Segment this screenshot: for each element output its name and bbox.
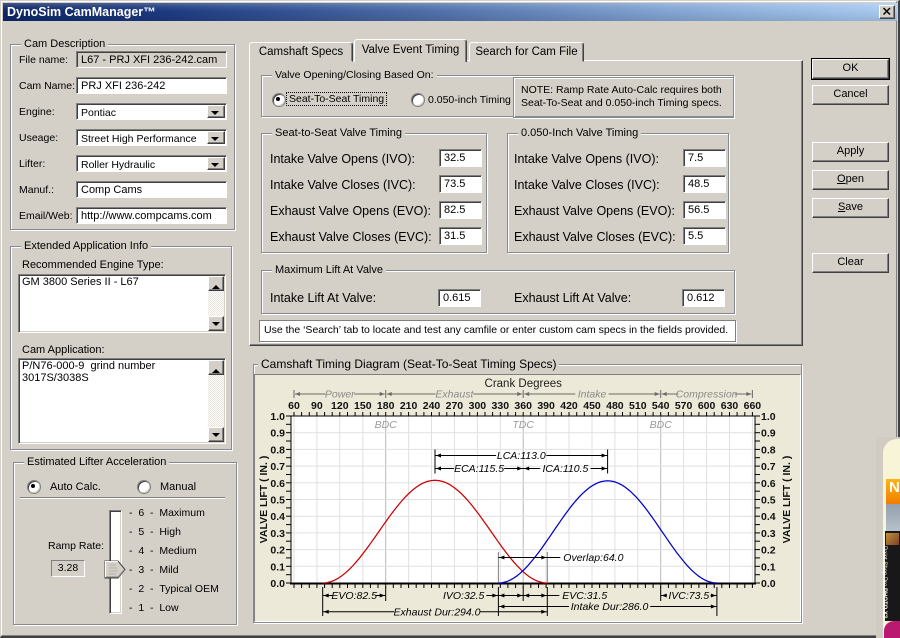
svg-text:0.8: 0.8 xyxy=(270,444,285,456)
svg-text:0.5: 0.5 xyxy=(761,495,776,507)
svg-text:Exhaust Dur:294.0: Exhaust Dur:294.0 xyxy=(394,606,481,618)
svg-text:0.5: 0.5 xyxy=(270,495,285,507)
svg-text:Crank Degrees: Crank Degrees xyxy=(485,378,563,390)
svg-text:VALVE LIFT ( IN. ): VALVE LIFT ( IN. ) xyxy=(258,456,270,544)
svg-text:IVO:32.5: IVO:32.5 xyxy=(443,590,485,602)
svg-text:IVC:73.5: IVC:73.5 xyxy=(668,590,709,602)
svg-text:630: 630 xyxy=(721,400,739,412)
svg-text:TDC: TDC xyxy=(512,419,534,431)
svg-text:BDC: BDC xyxy=(375,419,398,431)
svg-text:540: 540 xyxy=(652,400,670,412)
svg-text:0.6: 0.6 xyxy=(270,478,285,490)
svg-text:0.1: 0.1 xyxy=(761,561,776,573)
svg-text:270: 270 xyxy=(446,400,464,412)
svg-text:LCA:113.0: LCA:113.0 xyxy=(497,450,546,462)
svg-text:150: 150 xyxy=(354,400,372,412)
svg-text:240: 240 xyxy=(423,400,441,412)
svg-text:0.0: 0.0 xyxy=(761,578,776,590)
svg-text:ECA:115.5: ECA:115.5 xyxy=(454,463,504,475)
svg-text:180: 180 xyxy=(377,400,395,412)
svg-text:0.7: 0.7 xyxy=(270,461,285,473)
svg-text:0.6: 0.6 xyxy=(761,478,776,490)
svg-text:EVO:82.5: EVO:82.5 xyxy=(331,590,377,602)
svg-text:0.4: 0.4 xyxy=(270,511,285,523)
svg-text:570: 570 xyxy=(675,400,693,412)
svg-text:0.8: 0.8 xyxy=(761,444,776,456)
svg-text:1.0: 1.0 xyxy=(270,411,285,423)
svg-text:600: 600 xyxy=(698,400,716,412)
svg-text:0.7: 0.7 xyxy=(761,461,776,473)
svg-text:210: 210 xyxy=(400,400,418,412)
svg-text:Intake Dur:286.0: Intake Dur:286.0 xyxy=(571,601,649,613)
svg-text:BDC: BDC xyxy=(650,419,673,431)
svg-text:ICA:110.5: ICA:110.5 xyxy=(542,463,588,475)
svg-text:0.2: 0.2 xyxy=(761,545,776,557)
svg-text:120: 120 xyxy=(331,400,349,412)
svg-text:Compression: Compression xyxy=(676,389,738,401)
svg-text:0.0: 0.0 xyxy=(270,578,285,590)
svg-text:390: 390 xyxy=(537,400,555,412)
svg-text:0.2: 0.2 xyxy=(270,545,285,557)
svg-text:0.3: 0.3 xyxy=(761,528,776,540)
svg-text:360: 360 xyxy=(514,400,532,412)
svg-text:Intake: Intake xyxy=(578,389,607,401)
svg-text:0.4: 0.4 xyxy=(761,511,776,523)
svg-text:420: 420 xyxy=(560,400,578,412)
svg-text:300: 300 xyxy=(469,400,487,412)
svg-text:480: 480 xyxy=(606,400,624,412)
svg-text:Exhaust: Exhaust xyxy=(435,389,474,401)
svg-text:330: 330 xyxy=(492,400,510,412)
svg-text:90: 90 xyxy=(311,400,323,412)
svg-text:VALVE LIFT ( IN. ): VALVE LIFT ( IN. ) xyxy=(781,456,793,544)
svg-text:Power: Power xyxy=(325,389,355,401)
svg-text:0.1: 0.1 xyxy=(270,561,285,573)
svg-text:510: 510 xyxy=(629,400,647,412)
svg-text:660: 660 xyxy=(744,400,762,412)
svg-text:1.0: 1.0 xyxy=(761,411,776,423)
svg-text:0.9: 0.9 xyxy=(270,428,285,440)
svg-text:60: 60 xyxy=(288,400,300,412)
svg-text:0.9: 0.9 xyxy=(761,428,776,440)
svg-text:450: 450 xyxy=(583,400,601,412)
svg-text:Overlap:64.0: Overlap:64.0 xyxy=(563,552,623,564)
svg-text:0.3: 0.3 xyxy=(270,528,285,540)
